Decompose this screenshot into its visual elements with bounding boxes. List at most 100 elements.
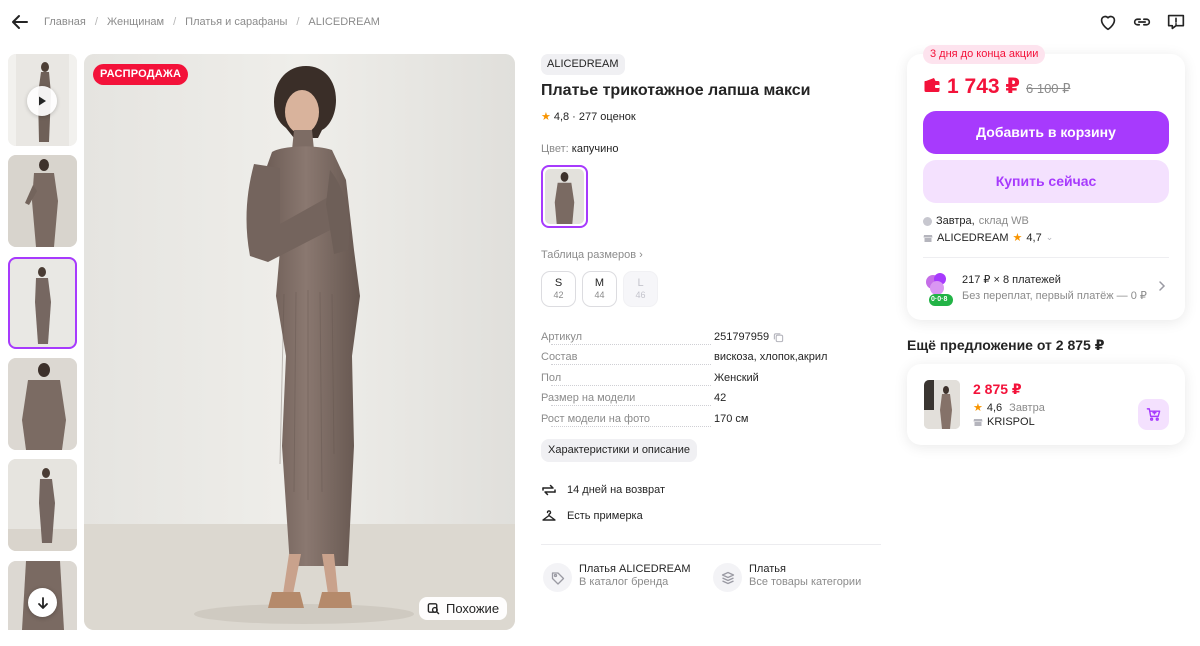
- return-policy: 14 дней на возврат: [541, 482, 665, 498]
- color-label-key: Цвет:: [541, 143, 569, 155]
- size-ru: 46: [635, 290, 646, 300]
- spec-value: 42: [714, 392, 727, 404]
- offer-meta: ★ 4,6 Завтра: [973, 401, 1045, 415]
- offer-seller: KRISPOL: [973, 416, 1035, 428]
- feature-text: 14 дней на возврат: [567, 484, 665, 496]
- reviews-count: · 277 оценок: [572, 110, 636, 123]
- size-table-link[interactable]: Таблица размеров ›: [541, 249, 643, 261]
- gallery-thumbnail[interactable]: [8, 358, 77, 450]
- link-icon: [1133, 18, 1151, 26]
- color-option-selected[interactable]: [541, 165, 588, 228]
- add-to-cart-button[interactable]: Добавить в корзину: [923, 111, 1169, 154]
- spec-value: Женский: [714, 372, 759, 384]
- cart-icon: [1146, 408, 1161, 421]
- size-label: L: [637, 277, 644, 289]
- heart-icon: [1100, 15, 1116, 31]
- product-title: Платье трикотажное лапша макси: [541, 82, 811, 99]
- offer-delivery: Завтра: [1009, 401, 1045, 414]
- installments-icon: [926, 273, 953, 306]
- spec-row: Рост модели на фото 170 см: [541, 413, 871, 433]
- spec-value: вискоза, хлопок,акрил: [714, 351, 828, 363]
- spec-key: Размер на модели: [541, 392, 640, 404]
- breadcrumb-item[interactable]: ALICEDREAM: [308, 16, 380, 28]
- play-icon: [39, 96, 46, 106]
- gallery-thumbnail[interactable]: [8, 155, 77, 247]
- category-link-title: Платья ALICEDREAM: [579, 563, 691, 575]
- star-icon: ★: [973, 402, 983, 414]
- fitting-info: Есть примерка: [541, 508, 643, 524]
- hanger-icon: [542, 510, 556, 521]
- seller-info[interactable]: ALICEDREAM ★ 4,7 ⌄: [923, 231, 1053, 244]
- size-ru: 44: [594, 290, 605, 300]
- spec-row: Пол Женский: [541, 372, 871, 392]
- main-product-image[interactable]: [84, 54, 515, 630]
- feature-text: Есть примерка: [567, 510, 643, 522]
- spec-key: Артикул: [541, 331, 587, 343]
- delivery-day: Завтра,: [936, 215, 975, 227]
- size-option-m[interactable]: M 44: [582, 271, 617, 307]
- category-link-subtitle: Все товары категории: [749, 576, 862, 588]
- offer-price: 2 875 ₽: [973, 381, 1022, 397]
- installments-subtitle: Без переплат, первый платёж — 0 ₽: [962, 290, 1147, 302]
- layers-icon: [721, 571, 734, 584]
- report-icon: [1167, 14, 1185, 30]
- color-value: капучино: [571, 143, 619, 155]
- report-button[interactable]: [1165, 11, 1187, 33]
- installments-title: 217 ₽ × 8 платежей: [962, 274, 1061, 286]
- spec-row: Артикул 251797959: [541, 331, 871, 351]
- spec-row: Размер на модели 42: [541, 392, 871, 412]
- spec-value: 170 см: [714, 413, 749, 425]
- breadcrumb: Главная / Женщинам / Платья и сарафаны / AL…: [44, 16, 380, 28]
- shop-icon: [973, 419, 983, 426]
- scroll-down-button[interactable]: [28, 588, 57, 617]
- size-label: S: [554, 277, 563, 289]
- installments-link[interactable]: 0·0·8 217 ₽ × 8 платежей Без переплат, п…: [923, 270, 1169, 310]
- copy-icon[interactable]: [773, 332, 784, 343]
- spec-key: Состав: [541, 351, 582, 363]
- product-rating[interactable]: ★ 4,8 · 277 оценок: [541, 110, 636, 124]
- gallery-thumbnail[interactable]: [8, 459, 77, 551]
- breadcrumb-item[interactable]: Главная: [44, 16, 86, 28]
- promo-countdown-tag: 3 дня до конца акции: [923, 45, 1046, 64]
- gallery-thumbnail-active[interactable]: [8, 257, 77, 349]
- star-icon: ★: [541, 111, 551, 123]
- spec-value-article[interactable]: 251797959: [714, 331, 769, 343]
- offer-seller-name: KRISPOL: [987, 416, 1035, 428]
- seller-name: ALICEDREAM: [937, 231, 1009, 244]
- back-button[interactable]: [8, 10, 32, 34]
- brand-catalog-link[interactable]: Платья ALICEDREAM В каталог бренда: [543, 563, 691, 592]
- return-arrows-icon: [542, 484, 556, 496]
- spec-key: Рост модели на фото: [541, 413, 655, 425]
- offer-thumbnail[interactable]: [924, 380, 960, 429]
- spec-key: Пол: [541, 372, 566, 384]
- seller-rating: 4,7: [1026, 231, 1042, 244]
- breadcrumb-item[interactable]: Женщинам: [107, 16, 164, 28]
- wallet-icon: [924, 78, 940, 92]
- play-video-button[interactable]: [27, 86, 57, 116]
- breadcrumb-item[interactable]: Платья и сарафаны: [185, 16, 287, 28]
- old-price: 6 100 ₽: [1026, 81, 1071, 96]
- buy-now-button[interactable]: Купить сейчас: [923, 160, 1169, 203]
- category-link-title: Платья: [749, 563, 786, 575]
- back-arrow-icon: [12, 15, 28, 29]
- chevron-right-icon: [1159, 281, 1166, 291]
- size-label: M: [594, 277, 605, 289]
- category-link[interactable]: Платья Все товары категории: [713, 563, 861, 592]
- size-option-l-unavailable: L 46: [623, 271, 658, 307]
- price-row: 1 743 ₽ 6 100 ₽: [923, 74, 1070, 99]
- shop-icon: [923, 234, 933, 242]
- arrow-down-icon: [37, 596, 48, 609]
- brand-link[interactable]: ALICEDREAM: [541, 54, 625, 75]
- tag-icon: [551, 571, 564, 585]
- favorite-button[interactable]: [1097, 11, 1119, 33]
- offer-add-to-cart-button[interactable]: [1138, 399, 1169, 430]
- characteristics-button[interactable]: Характеристики и описание: [541, 439, 697, 462]
- size-option-s[interactable]: S 42: [541, 271, 576, 307]
- divider: [541, 544, 881, 545]
- copy-link-button[interactable]: [1131, 11, 1153, 33]
- globe-icon: [923, 216, 932, 226]
- category-link-subtitle: В каталог бренда: [579, 576, 669, 588]
- similar-search-icon: [427, 603, 440, 615]
- similar-products-button[interactable]: Похожие: [419, 597, 508, 620]
- similar-products-label: Похожие: [446, 601, 500, 616]
